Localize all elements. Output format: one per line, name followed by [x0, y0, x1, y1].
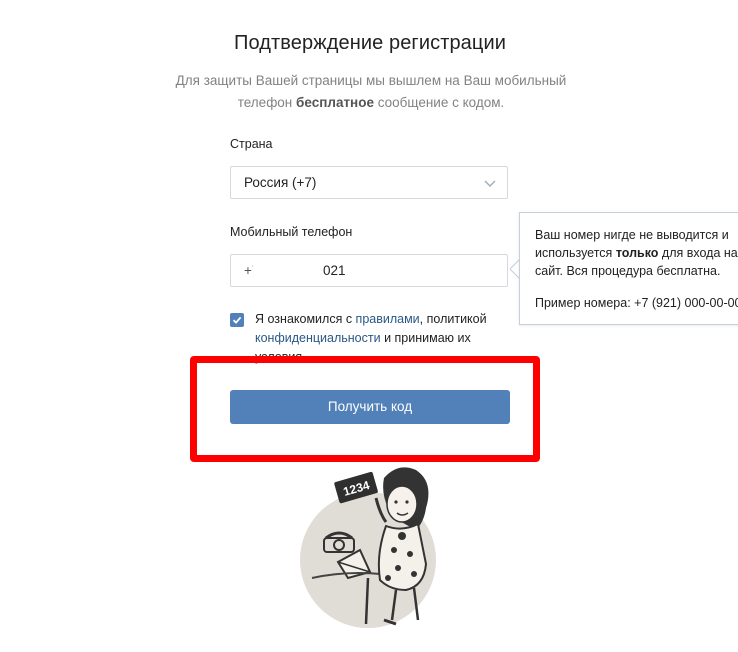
consent-text-part: и принимаю их [380, 331, 471, 345]
privacy-policy-link[interactable]: конфиденциальности [255, 331, 381, 345]
redacted-phone-digit [253, 262, 267, 278]
tooltip-bold-word: только [615, 246, 659, 260]
tooltip-line-3: сайт. Вся процедура бесплатна. [535, 264, 721, 278]
chevron-down-icon [484, 180, 496, 187]
phone-hint-tooltip: Ваш номер нигде не выводится и используе… [519, 212, 738, 325]
tooltip-line-2: используется только для входа на [535, 246, 738, 260]
subtitle-line-1: Для защиты Вашей страницы мы вышлем на В… [175, 73, 567, 88]
phone-input[interactable]: +7 021 [230, 254, 508, 287]
subtitle-line-2-end: сообщение с кодом. [373, 95, 505, 110]
country-select-value: Россия (+7) [244, 175, 317, 190]
page-title: Подтверждение регистрации [233, 32, 507, 54]
page-subtitle: Для защиты Вашей страницы мы вышлем на В… [160, 70, 582, 114]
consent-text-part: Я ознакомился с [255, 312, 356, 326]
tooltip-text-part: для входа на [658, 246, 738, 260]
phone-input-suffix: 021 [323, 263, 346, 278]
tooltip-example: Пример номера: +7 (921) 000-00-00 [535, 296, 738, 310]
phone-label: Мобильный телефон [230, 225, 353, 239]
subtitle-bold-word: бесплатное [296, 95, 374, 110]
country-label: Страна [230, 137, 273, 151]
tooltip-line-1: Ваш номер нигде не выводится и [535, 228, 729, 242]
registration-confirmation-page: Подтверждение регистрации Для защиты Ваш… [0, 0, 738, 652]
consent-checkbox[interactable] [230, 313, 244, 327]
get-code-button[interactable]: Получить код [230, 390, 510, 424]
country-select[interactable]: Россия (+7) [230, 166, 508, 199]
tooltip-text-part: используется [535, 246, 616, 260]
checkmark-icon [232, 316, 242, 324]
subtitle-line-2-start: телефон [237, 95, 297, 110]
rules-link[interactable]: правилами [356, 312, 420, 326]
consent-text-part: , политикой [419, 312, 487, 326]
redacted-phone-digits [273, 262, 313, 278]
woman-with-phone-illustration: 1234 [300, 467, 436, 628]
